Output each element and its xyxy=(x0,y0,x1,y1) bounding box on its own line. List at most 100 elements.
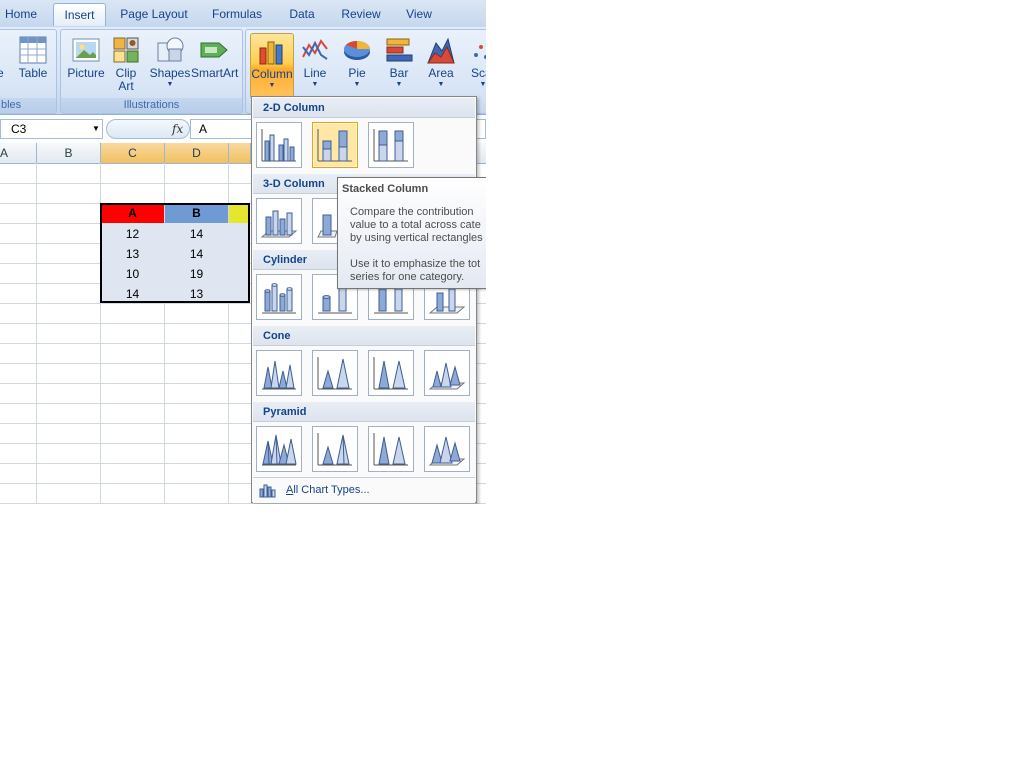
smartart-icon xyxy=(199,35,229,65)
shapes-button[interactable]: Shapes ▼ xyxy=(147,33,193,97)
table-cell[interactable]: 14 xyxy=(101,284,164,304)
table-button[interactable]: Table xyxy=(13,33,53,97)
shapes-dropdown-icon: ▼ xyxy=(166,81,174,88)
stacked-column-option[interactable] xyxy=(312,122,358,168)
illustrations-group: Picture Clip Art Shapes ▼ SmartArt Illus… xyxy=(60,29,243,114)
line-dropdown-icon: ▼ xyxy=(311,81,319,88)
3d-cone-icon xyxy=(428,362,466,390)
clustered-cone-icon xyxy=(262,360,296,390)
name-box-dropdown-icon[interactable]: ▼ xyxy=(90,119,102,139)
clip-art-button[interactable]: Clip Art xyxy=(109,33,143,97)
area-chart-icon xyxy=(426,35,456,65)
pivot-table-label: le xyxy=(0,66,4,80)
column-header-b[interactable]: B xyxy=(37,143,101,163)
clustered-column-icon xyxy=(261,129,296,162)
table-cell[interactable]: 12 xyxy=(101,224,164,244)
clustered-pyramid-option[interactable] xyxy=(256,426,302,472)
excel-window: Home Insert Page Layout Formulas Data Re… xyxy=(0,0,486,504)
3d-clustered-column-icon xyxy=(260,210,298,238)
tooltip-line: value to a total across cate xyxy=(350,219,481,231)
pivot-table-button[interactable]: le xyxy=(0,33,11,97)
picture-button[interactable]: Picture xyxy=(63,33,109,97)
header-cell-c[interactable] xyxy=(229,204,250,223)
table-cell[interactable]: 13 xyxy=(165,284,228,304)
100-stacked-column-icon xyxy=(373,129,408,162)
3d-clustered-column-option[interactable] xyxy=(256,198,302,244)
clip-art-label-2: Art xyxy=(118,79,134,93)
line-chart-button[interactable]: Line ▼ xyxy=(294,33,336,97)
column-header-d[interactable]: D xyxy=(165,143,229,163)
column-chart-button[interactable]: Column ▼ xyxy=(250,33,294,99)
stacked-pyramid-option[interactable] xyxy=(312,426,358,472)
table-cell[interactable]: 13 xyxy=(101,244,164,264)
column-chart-icon xyxy=(257,36,287,66)
smartart-button[interactable]: SmartArt xyxy=(191,33,238,97)
tooltip-line: by using vertical rectangles xyxy=(350,232,483,244)
clip-art-icon xyxy=(111,35,141,65)
table-cell[interactable]: 14 xyxy=(165,244,228,264)
column-header-a[interactable]: A xyxy=(0,143,37,163)
tab-home[interactable]: Home xyxy=(0,3,42,25)
3d-pyramid-icon xyxy=(428,436,466,466)
table-cell[interactable]: 14 xyxy=(165,224,228,244)
shapes-icon xyxy=(155,35,185,65)
name-box[interactable]: C3 xyxy=(0,119,103,139)
tab-insert[interactable]: Insert xyxy=(53,3,106,26)
tab-data[interactable]: Data xyxy=(282,3,322,25)
section-pyramid: Pyramid xyxy=(253,402,475,422)
insert-function-icon[interactable]: fx xyxy=(172,119,190,139)
tooltip-line: Use it to emphasize the tot xyxy=(350,258,481,270)
table-cell[interactable]: 10 xyxy=(101,264,164,284)
stacked-column-tooltip: Stacked Column Compare the contribution … xyxy=(337,177,486,289)
stacked-column-icon xyxy=(317,129,352,162)
pie-dropdown-icon: ▼ xyxy=(353,81,361,88)
tab-view[interactable]: View xyxy=(400,3,438,25)
scatter-chart-label: Scat xyxy=(470,66,486,80)
3d-stacked-column-icon xyxy=(317,214,337,238)
3d-stacked-column-option[interactable] xyxy=(312,198,338,244)
line-chart-icon xyxy=(300,35,330,65)
ribbon-tab-bar: Home Insert Page Layout Formulas Data Re… xyxy=(0,0,486,27)
clustered-cylinder-option[interactable] xyxy=(256,274,302,320)
tab-formulas[interactable]: Formulas xyxy=(204,3,270,25)
100-stacked-cone-option[interactable] xyxy=(368,350,414,396)
column-header-e[interactable] xyxy=(229,143,251,163)
100-stacked-pyramid-option[interactable] xyxy=(368,426,414,472)
scatter-chart-button[interactable]: Scat ▼ xyxy=(462,33,486,97)
tab-page-layout[interactable]: Page Layout xyxy=(116,3,192,25)
bar-chart-label: Bar xyxy=(389,66,409,80)
area-chart-label: Area xyxy=(428,66,454,80)
section-cone: Cone xyxy=(253,326,475,346)
table-cell[interactable]: 19 xyxy=(165,264,228,284)
picture-label: Picture xyxy=(67,66,105,80)
tables-group-label: bles xyxy=(0,98,56,113)
line-chart-label: Line xyxy=(303,66,327,80)
tooltip-title: Stacked Column xyxy=(342,183,429,195)
header-cell-a[interactable]: A xyxy=(101,204,164,223)
100-stacked-cone-icon xyxy=(373,357,408,390)
column-header-c[interactable]: C xyxy=(101,143,165,163)
stacked-cone-option[interactable] xyxy=(312,350,358,396)
3d-pyramid-option[interactable] xyxy=(424,426,470,472)
pie-chart-button[interactable]: Pie ▼ xyxy=(336,33,378,97)
bar-chart-icon xyxy=(384,35,414,65)
clustered-column-option[interactable] xyxy=(256,122,302,168)
clustered-cone-option[interactable] xyxy=(256,350,302,396)
bar-chart-button[interactable]: Bar ▼ xyxy=(378,33,420,97)
section-2d-column: 2-D Column xyxy=(253,98,475,118)
tooltip-line: Compare the contribution xyxy=(350,206,474,218)
tables-group: le Table bles xyxy=(0,29,57,114)
header-cell-b[interactable]: B xyxy=(165,204,228,223)
all-chart-types-button[interactable]: All Chart Types... xyxy=(253,477,475,503)
picture-icon xyxy=(71,35,101,65)
100-stacked-column-option[interactable] xyxy=(368,122,414,168)
scatter-chart-icon xyxy=(468,35,486,65)
scatter-dropdown-icon: ▼ xyxy=(479,81,486,88)
3d-cone-option[interactable] xyxy=(424,350,470,396)
stacked-cone-icon xyxy=(317,357,352,390)
area-chart-button[interactable]: Area ▼ xyxy=(420,33,462,97)
clustered-cylinder-icon xyxy=(262,283,296,314)
tab-review[interactable]: Review xyxy=(334,3,388,25)
clustered-pyramid-icon xyxy=(262,434,297,466)
area-dropdown-icon: ▼ xyxy=(437,81,445,88)
